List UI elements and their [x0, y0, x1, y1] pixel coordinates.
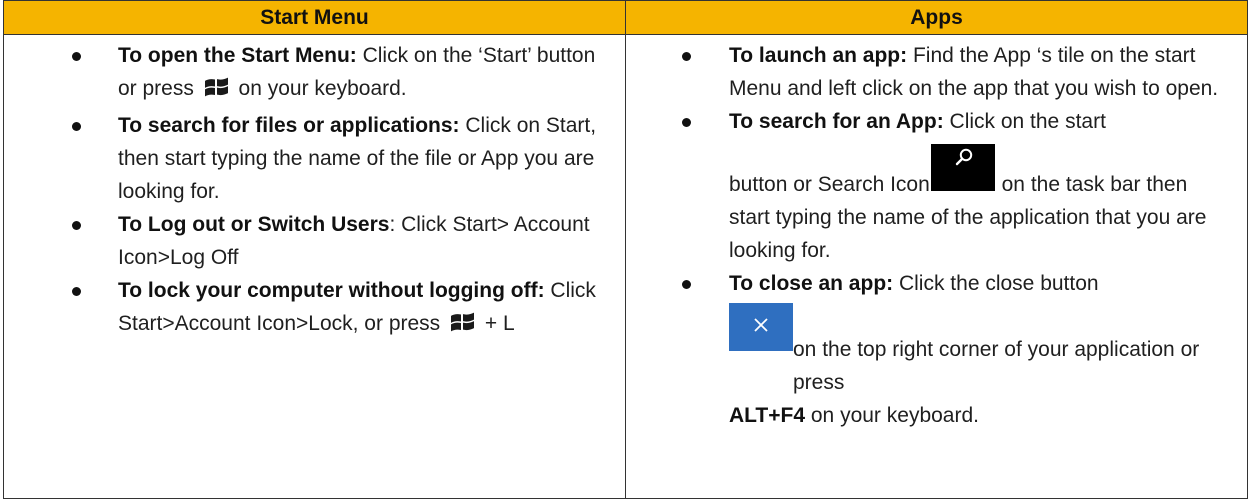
item-text: on the top right corner of your applicat…: [793, 338, 1200, 394]
apps-cell: To launch an app: Find the App ‘s tile o…: [625, 34, 1248, 499]
keyboard-shortcut: ALT+F4: [729, 404, 806, 427]
item-text: Click the close button: [893, 272, 1099, 295]
search-line: button or Search Icon on the task bar th…: [729, 144, 1229, 267]
start-menu-cell: To open the Start Menu: Click on the ‘St…: [3, 34, 626, 499]
bullet: [682, 52, 691, 61]
item-title: To search for an App:: [729, 110, 944, 133]
list-item: To open the Start Menu: Click on the ‘St…: [4, 39, 625, 105]
start-menu-list: To open the Start Menu: Click on the ‘St…: [4, 39, 625, 340]
bullet: [682, 280, 691, 289]
header-start-menu: Start Menu: [3, 0, 626, 35]
windows-logo-icon: [204, 75, 229, 97]
bullet: [72, 52, 81, 61]
item-title: To lock your computer without logging of…: [118, 279, 545, 302]
list-item: To search for files or applications: Cli…: [4, 109, 625, 208]
item-title: To close an app:: [729, 272, 894, 295]
item-title: To search for files or applications:: [118, 114, 460, 137]
search-icon: [930, 144, 995, 191]
item-text-end: on your keyboard.: [232, 77, 407, 100]
list-item: To search for an App: Click on the start…: [626, 105, 1247, 267]
reference-table: Start Menu Apps To open the Start Menu: …: [3, 0, 1248, 499]
bullet: [72, 122, 81, 131]
list-item: To launch an app: Find the App ‘s tile o…: [626, 39, 1247, 105]
list-item: To close an app: Click the close button …: [626, 267, 1247, 432]
list-item: To lock your computer without logging of…: [4, 274, 625, 340]
item-text: Click on the start: [943, 110, 1106, 133]
item-title: To open the Start Menu:: [118, 44, 357, 67]
close-icon: [729, 303, 793, 351]
bullet: [72, 287, 81, 296]
list-item: To Log out or Switch Users: Click Start>…: [4, 208, 625, 274]
windows-logo-icon: [450, 310, 475, 332]
item-text-end: on your keyboard.: [805, 404, 979, 427]
item-text: button or Search Icon: [729, 173, 930, 196]
header-apps: Apps: [625, 0, 1248, 35]
apps-list: To launch an app: Find the App ‘s tile o…: [626, 39, 1247, 432]
bullet: [72, 221, 81, 230]
bullet: [682, 118, 691, 127]
close-line: on the top right corner of your applicat…: [729, 333, 1229, 399]
item-text-end: + L: [479, 312, 515, 335]
item-title: To Log out or Switch Users: [118, 213, 390, 236]
item-text-cont: ALT+F4 on your keyboard.: [729, 404, 979, 427]
item-title: To launch an app:: [729, 44, 908, 67]
